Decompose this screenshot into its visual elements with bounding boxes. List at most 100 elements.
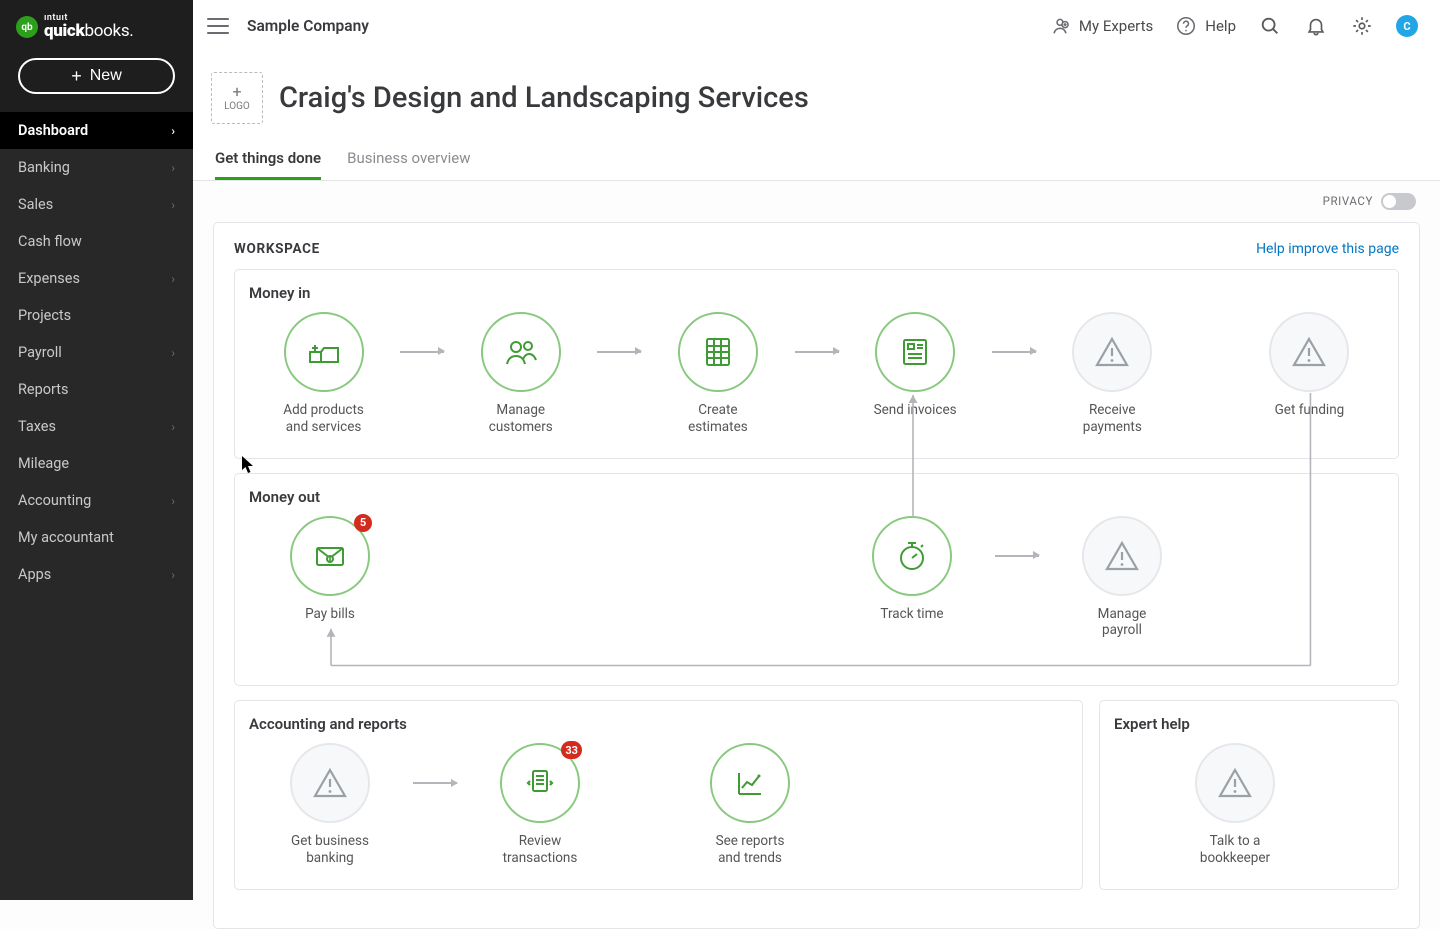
workflow-node-see-reports[interactable]: See reportsand trends [669,743,831,867]
brand-line2: quickbooks. [44,23,133,40]
workflow-node-label: Reviewtransactions [503,833,578,867]
see-reports-icon-circle[interactable] [710,743,790,823]
person-badge-icon [1049,15,1071,37]
sidebar-item-label: Accounting [18,492,91,509]
sidebar-item-label: Mileage [18,455,69,472]
review-transactions-icon-circle[interactable]: 33 [500,743,580,823]
chevron-right-icon: › [171,124,175,138]
workflow-node-receive-payments[interactable]: Receivepayments [1038,312,1187,436]
get-funding-icon-circle[interactable] [1269,312,1349,392]
workflow-node-manage-payroll[interactable]: Managepayroll [1041,516,1203,640]
sidebar-item-mileage[interactable]: Mileage [0,445,193,482]
plus-icon: + [71,67,82,85]
sidebar: qb ıntuıt quickbooks. + New Dashboard›Ba… [0,0,193,900]
my-experts-label: My Experts [1079,17,1153,35]
talk-bookkeeper-icon-circle[interactable] [1195,743,1275,823]
add-logo-box[interactable]: + LOGO [211,72,263,124]
privacy-row: PRIVACY [193,181,1440,214]
pay-bills-icon-circle[interactable]: 5 [290,516,370,596]
sidebar-item-payroll[interactable]: Payroll› [0,334,193,371]
accounting-section: Accounting and reports Get businessbanki… [234,700,1083,890]
privacy-toggle[interactable] [1381,193,1416,210]
chevron-right-icon: › [171,568,175,582]
privacy-label: PRIVACY [1323,194,1373,208]
workflow-node-manage-customers[interactable]: Managecustomers [446,312,595,436]
workflow-node-label: Add productsand services [283,402,364,436]
workflow-node-send-invoices[interactable]: Send invoices [841,312,990,419]
workflow-node-label: Get funding [1275,402,1345,419]
sidebar-item-expenses[interactable]: Expenses › [0,260,193,297]
hamburger-icon[interactable] [207,18,229,34]
expert-help-section: Expert help Talk to abookkeeper [1099,700,1399,890]
sidebar-item-label: Dashboard [18,122,88,139]
sidebar-item-label: Cash flow [18,233,82,250]
logo-box-label: LOGO [224,100,250,113]
workflow-node-label: Createestimates [688,402,748,436]
sidebar-item-sales[interactable]: Sales› [0,186,193,223]
new-button[interactable]: + New [18,58,175,94]
money-out-section: Money out 5Pay billsTrack timeManagepayr… [234,473,1399,687]
send-invoices-icon-circle[interactable] [875,312,955,392]
flow-arrow-icon [411,743,459,823]
workflow-node-track-time[interactable]: Track time [831,516,993,623]
workflow-node-label: Talk to abookkeeper [1200,833,1270,867]
sidebar-item-label: Reports [18,381,69,398]
workflow-node-get-funding[interactable]: Get funding [1235,312,1384,419]
sidebar-item-banking[interactable]: Banking› [0,149,193,186]
company-name[interactable]: Sample Company [247,17,369,35]
receive-payments-icon-circle[interactable] [1072,312,1152,392]
workflow-node-talk-bookkeeper[interactable]: Talk to abookkeeper [1154,743,1316,867]
expert-title: Expert help [1114,715,1384,733]
workflow-node-pay-bills[interactable]: 5Pay bills [249,516,411,623]
plus-icon: + [232,84,241,100]
workflow-node-label: Track time [880,606,943,623]
chevron-right-icon: › [171,272,175,286]
sidebar-item-label: Payroll [18,344,62,361]
help-label: Help [1205,17,1236,35]
sidebar-item-label: Apps [18,566,51,583]
sidebar-item-apps[interactable]: Apps › [0,556,193,593]
chevron-right-icon: › [171,494,175,508]
get-banking-icon-circle[interactable] [290,743,370,823]
sidebar-item-label: Expenses [18,270,80,287]
tab-get-things-done[interactable]: Get things done [215,149,321,180]
sidebar-item-projects[interactable]: Projects [0,297,193,334]
tab-business-overview[interactable]: Business overview [347,149,470,180]
create-estimates-icon-circle[interactable] [678,312,758,392]
sidebar-item-taxes[interactable]: Taxes › [0,408,193,445]
sidebar-item-reports[interactable]: Reports [0,371,193,408]
flow-arrow-icon [993,516,1041,596]
workflow-node-label: Receivepayments [1083,402,1142,436]
chevron-right-icon: › [171,161,175,175]
avatar[interactable]: C [1396,15,1418,37]
settings-button[interactable] [1350,14,1374,38]
sidebar-item-label: Projects [18,307,71,324]
my-experts-button[interactable]: My Experts [1049,15,1153,37]
improve-page-link[interactable]: Help improve this page [1256,241,1399,257]
manage-payroll-icon-circle[interactable] [1082,516,1162,596]
workflow-node-get-banking[interactable]: Get businessbanking [249,743,411,867]
tabs: Get things done Business overview [193,135,1440,181]
money-in-title: Money in [249,284,1384,302]
track-time-icon-circle[interactable] [872,516,952,596]
main-area: Sample Company My Experts Help C [193,0,1440,929]
money-in-section: Money in Add productsand services Managec… [234,269,1399,459]
chevron-right-icon: › [171,420,175,434]
sidebar-item-my-accountant[interactable]: My accountant [0,519,193,556]
sidebar-item-label: My accountant [18,529,114,546]
sidebar-item-label: Taxes [18,418,56,435]
workflow-node-create-estimates[interactable]: Createestimates [643,312,792,436]
sidebar-item-cash-flow[interactable]: Cash flow [0,223,193,260]
workflow-node-label: Managecustomers [489,402,553,436]
workspace-card: WORKSPACE Help improve this page Money i… [213,222,1420,929]
help-button[interactable]: Help [1175,15,1236,37]
sidebar-item-dashboard[interactable]: Dashboard › [0,112,193,149]
workflow-node-review-transactions[interactable]: 33 Reviewtransactions [459,743,621,867]
add-products-icon-circle[interactable] [284,312,364,392]
notifications-button[interactable] [1304,14,1328,38]
sidebar-item-accounting[interactable]: Accounting › [0,482,193,519]
search-button[interactable] [1258,14,1282,38]
workflow-node-add-products[interactable]: Add productsand services [249,312,398,436]
manage-customers-icon-circle[interactable] [481,312,561,392]
brand-badge: qb [16,16,38,38]
